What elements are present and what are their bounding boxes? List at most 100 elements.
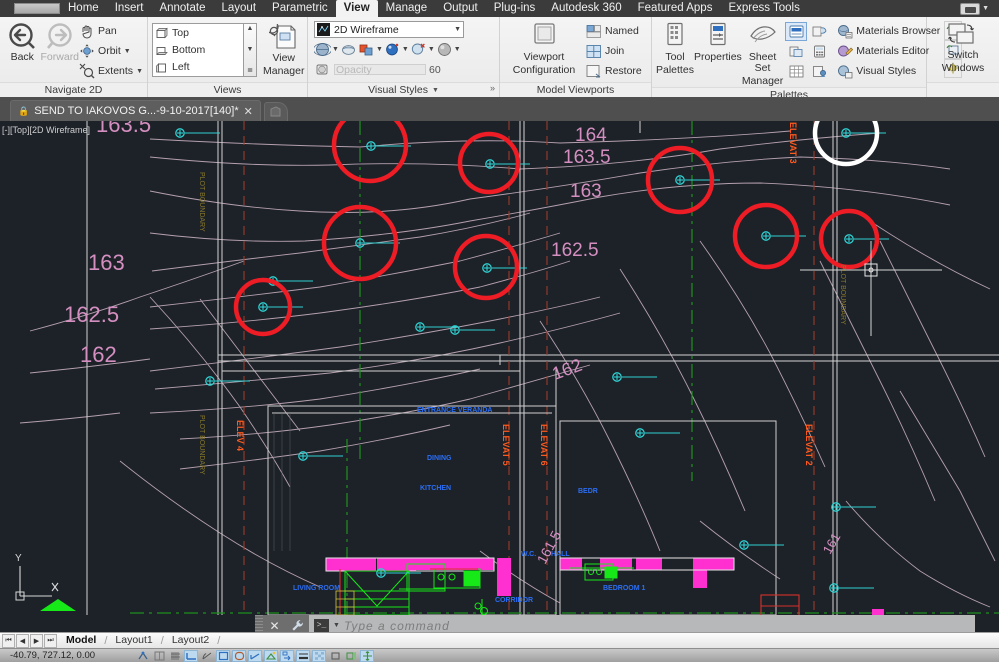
views-list-scrollbar[interactable]: ▲ ▼ ≣ — [244, 23, 257, 77]
ribbon-tab-annotate[interactable]: Annotate — [151, 0, 213, 17]
visual-styles-button[interactable]: Visual Styles — [837, 61, 940, 81]
zoom-extents-button[interactable]: Extents ▼ — [79, 61, 143, 81]
chevron-down-icon[interactable]: ▼ — [454, 46, 461, 53]
quick-calc-icon[interactable] — [808, 42, 830, 61]
ribbon-tab-view[interactable]: View — [336, 0, 378, 17]
chevron-down-icon[interactable]: ▼ — [454, 26, 461, 33]
sheet-set-manager-button[interactable]: Sheet Set Manager — [742, 20, 783, 87]
dbconnect-icon[interactable] — [785, 22, 807, 41]
snap-mode-icon[interactable] — [152, 650, 166, 662]
view-manager-button[interactable]: View Manager — [263, 22, 304, 77]
object-snap-tracking-icon[interactable] — [248, 650, 262, 662]
viewport-label[interactable]: [-][Top][2D Wireframe] — [2, 125, 90, 135]
view-item-left[interactable]: Left — [155, 59, 243, 76]
materials-browser-button[interactable]: Materials Browser — [837, 21, 940, 41]
ribbon-tab-home[interactable]: Home — [60, 0, 107, 17]
infer-constraints-icon[interactable] — [136, 650, 150, 662]
transparency-icon[interactable] — [312, 650, 326, 662]
materials-editor-button[interactable]: Materials Editor — [837, 41, 940, 61]
ribbon-tab-manage[interactable]: Manage — [378, 0, 436, 17]
dynamic-input-icon[interactable] — [280, 650, 294, 662]
layout-tab-model[interactable]: Model — [58, 633, 104, 648]
scroll-down-icon[interactable]: ▼ — [247, 45, 254, 55]
named-viewports-button[interactable]: Named — [586, 21, 642, 41]
xray-icon[interactable] — [410, 41, 427, 58]
panel-expand-icon[interactable]: » — [490, 81, 495, 96]
tool-palettes-button[interactable]: Tool Palettes — [656, 20, 694, 76]
properties-button[interactable]: Properties — [694, 20, 742, 63]
face-style-icon[interactable] — [314, 41, 331, 58]
restore-viewports-button[interactable]: Restore — [586, 61, 642, 81]
next-layout-icon[interactable]: ▶ — [30, 634, 43, 648]
annotation-scale-icon[interactable] — [360, 650, 374, 662]
forward-button[interactable]: Forward — [41, 20, 80, 63]
ribbon-tab-featured-apps[interactable]: Featured Apps — [630, 0, 721, 17]
ribbon: Back Forward — [0, 17, 999, 97]
view-item-bottom[interactable]: Bottom — [155, 42, 243, 59]
layout-tab-layout1[interactable]: Layout1 — [107, 633, 160, 648]
orbit-button[interactable]: Orbit ▼ — [79, 41, 143, 61]
chevron-down-icon[interactable]: ▼ — [982, 5, 989, 12]
ribbon-tab-output[interactable]: Output — [435, 0, 486, 17]
prev-layout-icon[interactable]: ◀ — [16, 634, 29, 648]
named-viewports-icon — [586, 24, 602, 39]
dynamic-ucs-icon[interactable] — [264, 650, 278, 662]
ribbon-tab-parametric[interactable]: Parametric — [264, 0, 336, 17]
material-icon[interactable] — [384, 41, 401, 58]
minimize-ribbon-icon[interactable] — [960, 3, 980, 15]
annotation-monitor-icon[interactable] — [344, 650, 358, 662]
join-viewports-button[interactable]: Join — [586, 41, 642, 61]
ribbon-tab-plugins[interactable]: Plug-ins — [486, 0, 544, 17]
chevron-down-icon[interactable]: ▼ — [376, 46, 383, 53]
back-button[interactable]: Back — [4, 20, 41, 63]
chevron-down-icon[interactable]: ▼ — [432, 83, 439, 98]
quick-access-toolbar[interactable] — [14, 3, 60, 14]
view-item-left-label: Left — [172, 61, 190, 73]
chevron-down-icon[interactable]: ▼ — [332, 46, 339, 53]
opacity-cube-icon[interactable] — [314, 61, 331, 78]
selection-cycling-icon[interactable] — [328, 650, 342, 662]
markup-set-icon[interactable] — [808, 22, 830, 41]
shadow-icon[interactable] — [358, 41, 375, 58]
visual-style-combo[interactable]: 2D Wireframe ▼ — [314, 21, 464, 38]
scroll-up-icon[interactable]: ▲ — [247, 24, 254, 34]
scroll-end-icon[interactable]: ≣ — [247, 66, 253, 76]
room-label: BEDROOM 1 — [603, 585, 646, 592]
views-list[interactable]: Top Bottom Left — [152, 23, 244, 77]
lineweight-icon[interactable] — [296, 650, 310, 662]
close-icon[interactable]: ✕ — [244, 105, 253, 118]
content-browser-icon[interactable] — [808, 62, 830, 81]
new-tab-icon[interactable] — [264, 102, 288, 121]
ribbon-tab-express-tools[interactable]: Express Tools — [720, 0, 807, 17]
external-references-icon[interactable] — [785, 42, 807, 61]
first-layout-icon[interactable]: ⏮ — [2, 634, 15, 648]
lighting-icon[interactable] — [340, 41, 357, 58]
chevron-down-icon[interactable]: ▼ — [136, 68, 143, 75]
chevron-down-icon[interactable]: ▼ — [124, 48, 131, 55]
chevron-down-icon[interactable]: ▼ — [333, 622, 340, 629]
color-icon[interactable] — [436, 41, 453, 58]
object-snap-icon[interactable] — [216, 650, 230, 662]
layout-tab-layout2[interactable]: Layout2 — [164, 633, 217, 648]
drawing-content: EX.GL= — [0, 121, 999, 615]
view-item-top[interactable]: Top — [155, 25, 243, 42]
coordinates-display[interactable]: -40.79, 727.12, 0.00 — [0, 650, 130, 661]
switch-windows-button[interactable]: Switch Windows — [931, 20, 995, 74]
ribbon-tab-insert[interactable]: Insert — [107, 0, 152, 17]
design-center-icon[interactable] — [785, 62, 807, 81]
ortho-mode-icon[interactable] — [184, 650, 198, 662]
3d-object-snap-icon[interactable] — [232, 650, 246, 662]
title-menu-bar: Home Insert Annotate Layout Parametric V… — [0, 0, 999, 17]
drawing-canvas[interactable]: EX.GL= — [0, 121, 999, 615]
viewport-configuration-button[interactable]: Viewport Configuration — [504, 20, 584, 76]
polar-tracking-icon[interactable] — [200, 650, 214, 662]
pan-button[interactable]: Pan — [79, 21, 143, 41]
last-layout-icon[interactable]: ⏭ — [44, 634, 57, 648]
chevron-down-icon[interactable]: ▼ — [402, 46, 409, 53]
ribbon-tab-autodesk360[interactable]: Autodesk 360 — [543, 0, 629, 17]
ribbon-tab-layout[interactable]: Layout — [214, 0, 265, 17]
properties-icon — [704, 22, 732, 50]
grid-display-icon[interactable] — [168, 650, 182, 662]
file-tab[interactable]: 🔒 SEND TO IAKOVOS G...-9-10-2017[140]* ✕ — [10, 100, 261, 121]
chevron-down-icon[interactable]: ▼ — [428, 46, 435, 53]
